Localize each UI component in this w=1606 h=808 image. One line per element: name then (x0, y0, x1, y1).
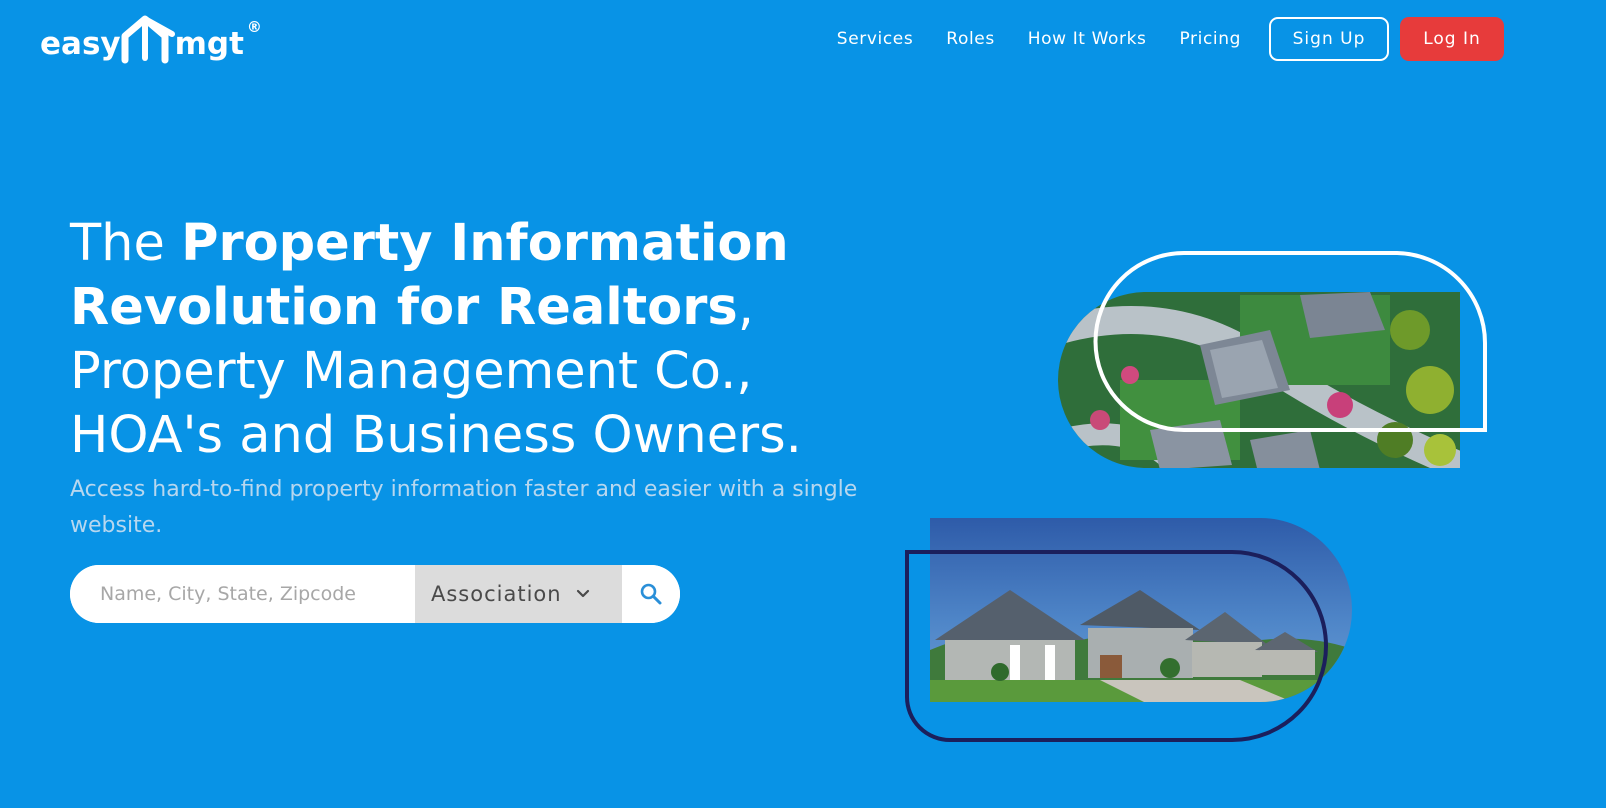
chevron-down-icon (576, 589, 589, 598)
hero-headline: The Property Information Revolution for … (70, 212, 950, 468)
nav-link-pricing[interactable]: Pricing (1179, 29, 1241, 49)
main-nav: Services Roles How It Works Pricing Sign… (837, 17, 1504, 61)
property-search-bar: Association (70, 565, 680, 623)
nav-link-roles[interactable]: Roles (946, 29, 995, 49)
search-icon (640, 583, 662, 605)
nav-link-services[interactable]: Services (837, 29, 914, 49)
headline-prefix: The (70, 214, 182, 273)
street-houses-photo (930, 518, 1352, 702)
category-dropdown[interactable]: Association (415, 565, 622, 623)
headline-line-4: HOA's and Business Owners. (70, 406, 802, 465)
aerial-neighborhood-photo (1058, 292, 1460, 468)
brand-name-left: easy (40, 26, 121, 62)
search-button[interactable] (622, 565, 680, 623)
registered-mark: ® (246, 18, 262, 36)
street-photo-frame (905, 550, 1328, 742)
log-in-button[interactable]: Log In (1400, 17, 1504, 61)
aerial-photo-frame (1093, 251, 1487, 432)
hero-subheadline: Access hard-to-find property information… (70, 477, 858, 538)
sign-up-button[interactable]: Sign Up (1269, 17, 1389, 61)
brand-name-right: mgt (174, 26, 244, 62)
nav-link-how-it-works[interactable]: How It Works (1028, 29, 1147, 49)
brand-logo[interactable]: easy mgt ® (40, 14, 262, 64)
house-roof-icon (121, 15, 175, 64)
category-selected: Association (431, 582, 562, 606)
search-input[interactable] (70, 565, 415, 623)
